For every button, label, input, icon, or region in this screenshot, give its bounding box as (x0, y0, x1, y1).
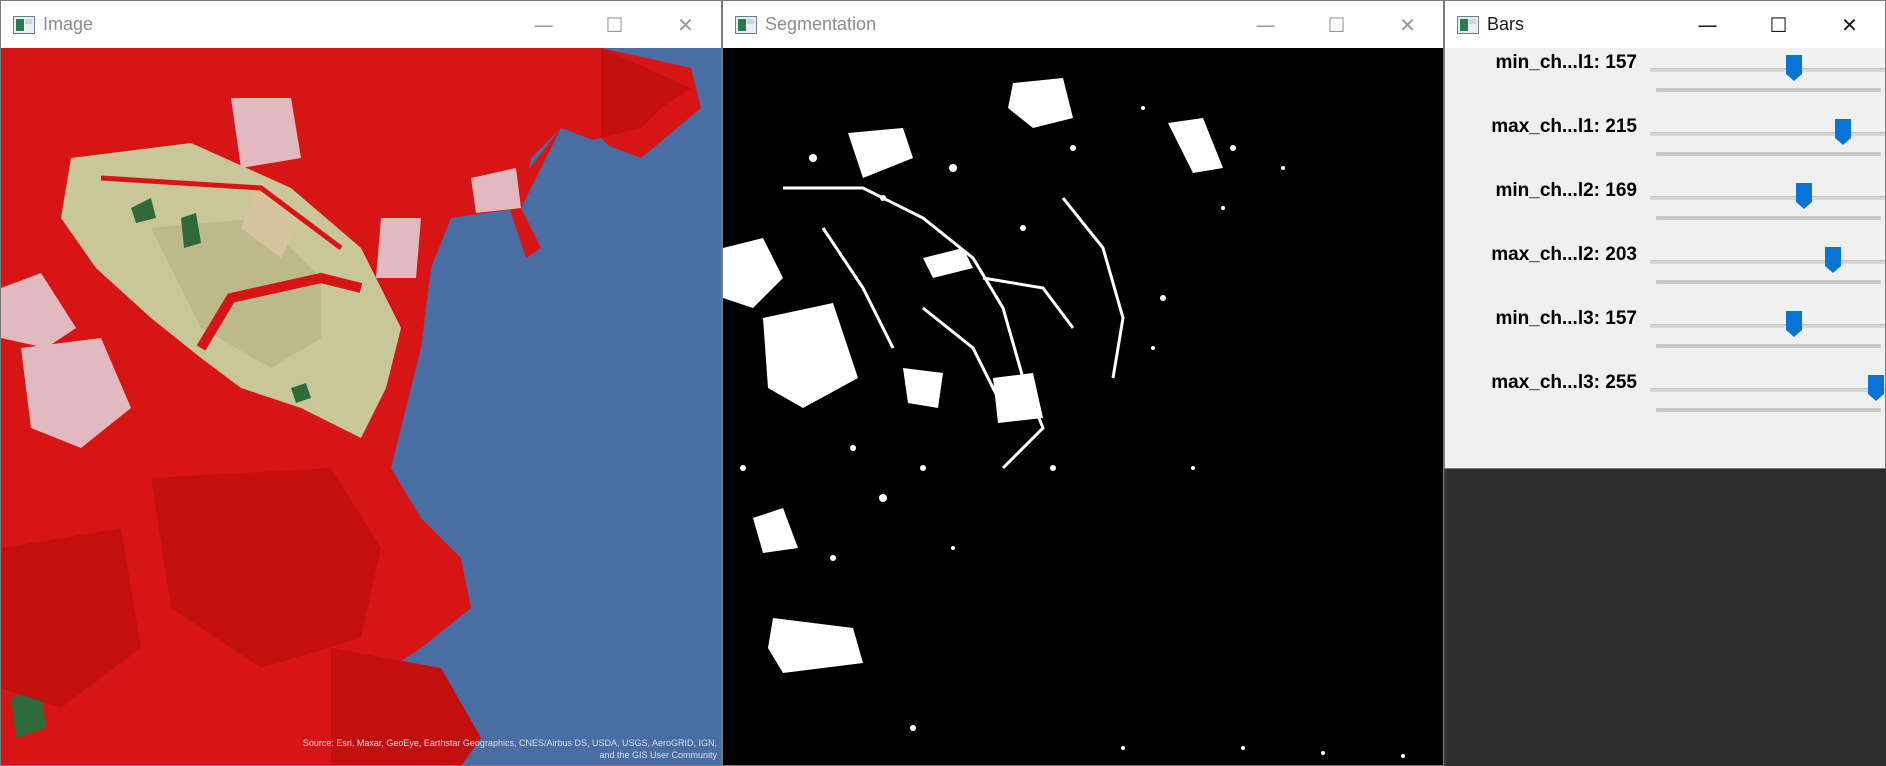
trackbar-thumb[interactable] (1795, 182, 1813, 210)
segmentation-mask (723, 48, 1443, 765)
trackbar-track[interactable] (1650, 260, 1885, 264)
image-window-titlebar[interactable]: Image — ☐ ✕ (1, 1, 721, 48)
segmentation-window[interactable]: Segmentation — ☐ ✕ (722, 0, 1444, 766)
trackbar-thumb[interactable] (1834, 118, 1852, 146)
trackbar-label: min_ch...l3: 157 (1495, 308, 1637, 329)
maximize-icon[interactable]: ☐ (1301, 1, 1372, 48)
trackbar-row: max_ch...l3: 255 (1445, 368, 1885, 432)
image-window[interactable]: Image — ☐ ✕ Source: Esri, Maxar, GeoEye,… (0, 0, 722, 766)
trackbar-track[interactable] (1650, 68, 1885, 72)
map-image (1, 48, 721, 765)
app-icon (735, 15, 757, 34)
trackbar-row: min_ch...l2: 169 (1445, 176, 1885, 240)
trackbar-track[interactable] (1650, 324, 1885, 328)
trackbar-row: min_ch...l3: 157 (1445, 304, 1885, 368)
close-icon[interactable]: ✕ (650, 1, 721, 48)
trackbar-groove (1656, 88, 1881, 92)
trackbar-row: max_ch...l2: 203 (1445, 240, 1885, 304)
map-attribution: Source: Esri, Maxar, GeoEye, Earthstar G… (302, 738, 717, 760)
app-icon (1457, 15, 1479, 34)
trackbar-track[interactable] (1650, 388, 1885, 392)
trackbar-label: max_ch...l2: 203 (1491, 244, 1637, 265)
trackbar-row: min_ch...l1: 157 (1445, 48, 1885, 112)
app-icon (13, 15, 35, 34)
land-cover-map: Source: Esri, Maxar, GeoEye, Earthstar G… (1, 48, 721, 765)
maximize-icon[interactable]: ☐ (1743, 1, 1814, 48)
trackbar-groove (1656, 216, 1881, 220)
maximize-icon[interactable]: ☐ (579, 1, 650, 48)
trackbar-thumb[interactable] (1785, 54, 1803, 82)
minimize-icon[interactable]: — (1230, 1, 1301, 48)
trackbar-panel: min_ch...l1: 157 max_ch...l1: 215 min_ch..… (1445, 48, 1885, 468)
trackbar-label: max_ch...l1: 215 (1491, 116, 1637, 137)
window-title: Image (43, 14, 94, 34)
minimize-icon[interactable]: — (1672, 1, 1743, 48)
trackbar-track[interactable] (1650, 196, 1885, 200)
trackbar-groove (1656, 344, 1881, 348)
trackbar-groove (1656, 152, 1881, 156)
close-icon[interactable]: ✕ (1814, 1, 1885, 48)
trackbar-thumb[interactable] (1785, 310, 1803, 338)
trackbar-groove (1656, 280, 1881, 284)
window-title: Bars (1487, 14, 1525, 34)
trackbar-groove (1656, 408, 1881, 412)
trackbar-label: min_ch...l1: 157 (1495, 52, 1637, 73)
segmentation-window-titlebar[interactable]: Segmentation — ☐ ✕ (723, 1, 1443, 48)
trackbar-label: max_ch...l3: 255 (1491, 372, 1637, 393)
trackbar-thumb[interactable] (1867, 374, 1885, 402)
close-icon[interactable]: ✕ (1372, 1, 1443, 48)
trackbar-row: max_ch...l1: 215 (1445, 112, 1885, 176)
minimize-icon[interactable]: — (508, 1, 579, 48)
bars-window[interactable]: Bars — ☐ ✕ min_ch...l1: 157 max_ch...l1: … (1444, 0, 1886, 469)
bars-window-titlebar[interactable]: Bars — ☐ ✕ (1445, 1, 1885, 48)
window-title: Segmentation (765, 14, 877, 34)
mask-image (723, 48, 1443, 765)
trackbar-thumb[interactable] (1824, 246, 1842, 274)
desktop-background (1444, 469, 1886, 766)
trackbar-label: min_ch...l2: 169 (1495, 180, 1637, 201)
